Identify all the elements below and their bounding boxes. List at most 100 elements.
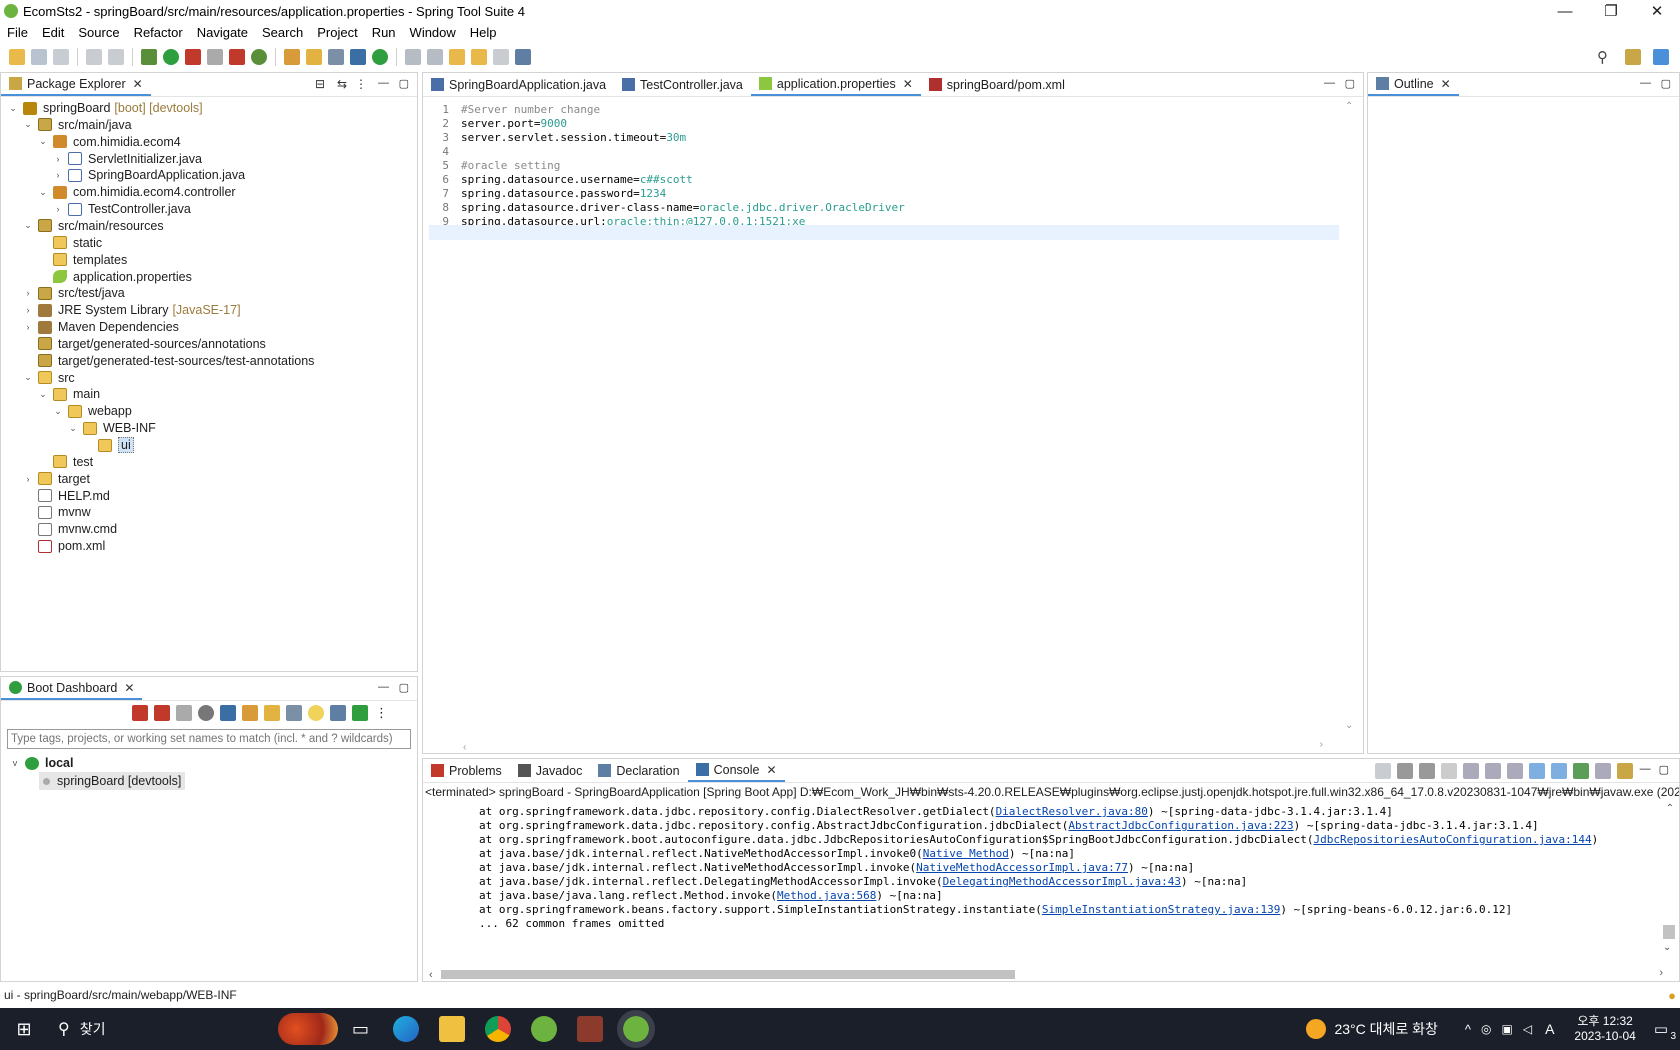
- tree-item[interactable]: ⌄ webapp: [52, 402, 132, 420]
- tree-item[interactable]: target/generated-test-sources/test-annot…: [22, 352, 314, 370]
- stack-trace-link[interactable]: NativeMethodAccessorImpl.java:77: [916, 861, 1128, 874]
- tree-item[interactable]: › JRE System Library [JavaSE-17]: [22, 301, 241, 319]
- code-line[interactable]: #Server number change: [461, 103, 600, 116]
- stack-trace-link[interactable]: DelegatingMethodAccessorImpl.java:43: [943, 875, 1181, 888]
- chevron-right-icon[interactable]: ›: [22, 474, 34, 484]
- stack-trace-link[interactable]: AbstractJdbcConfiguration.java:223: [1068, 819, 1293, 832]
- boot-icon[interactable]: [372, 49, 388, 65]
- redo-icon[interactable]: [108, 49, 124, 65]
- maximize-icon[interactable]: ▢: [1659, 763, 1669, 779]
- pin-icon[interactable]: [515, 49, 531, 65]
- chevron-down-icon[interactable]: ⌄: [52, 406, 64, 417]
- view-menu-icon[interactable]: ⋮: [355, 77, 367, 91]
- console-output[interactable]: at org.springframework.data.jdbc.reposit…: [423, 801, 1663, 941]
- boot-app-springboard[interactable]: springBoard [devtools]: [39, 772, 186, 790]
- forward-icon[interactable]: [493, 49, 509, 65]
- stack-trace-link[interactable]: SimpleInstantiationStrategy.java:139: [1042, 903, 1280, 916]
- display-console-icon[interactable]: [1594, 763, 1611, 779]
- chevron-down-icon[interactable]: ⌄: [22, 119, 34, 130]
- chrome-icon[interactable]: [485, 1016, 512, 1042]
- edge-icon[interactable]: [393, 1016, 420, 1042]
- close-icon[interactable]: ✕: [903, 77, 913, 91]
- tree-item[interactable]: › target: [22, 470, 90, 488]
- menu-search[interactable]: Search: [255, 25, 310, 40]
- stop-icon[interactable]: [207, 49, 223, 65]
- chevron-right-icon[interactable]: ›: [52, 170, 64, 180]
- last-edit-icon[interactable]: [449, 49, 465, 65]
- menu-source[interactable]: Source: [71, 25, 126, 40]
- new-icon[interactable]: [9, 49, 25, 65]
- close-icon[interactable]: ✕: [124, 681, 134, 695]
- tab-problems[interactable]: Problems: [423, 759, 510, 782]
- chevron-down-icon[interactable]: ⌄: [67, 423, 79, 434]
- open-resource-icon[interactable]: [306, 49, 322, 65]
- maximize-icon[interactable]: ▢: [1661, 77, 1671, 90]
- code-editor[interactable]: 1 #Server number change 2 server.port=9000 3…: [427, 101, 1337, 741]
- menu-window[interactable]: Window: [403, 25, 463, 40]
- menu-edit[interactable]: Edit: [35, 25, 71, 40]
- open-perspective-icon[interactable]: [1625, 49, 1641, 65]
- add-icon[interactable]: [352, 705, 368, 721]
- properties-icon[interactable]: [286, 705, 302, 721]
- open-console-icon[interactable]: [1572, 763, 1589, 779]
- chevron-down-icon[interactable]: ⌄: [37, 136, 49, 147]
- collapse-all-icon[interactable]: ⊟: [315, 77, 325, 91]
- code-line[interactable]: server.servlet.session.timeout=30m: [461, 131, 686, 144]
- tips-icon[interactable]: [308, 705, 324, 721]
- save-icon[interactable]: [31, 49, 47, 65]
- spring-start-icon[interactable]: [251, 49, 267, 65]
- tab-outline[interactable]: Outline ✕: [1368, 73, 1459, 96]
- menu-help[interactable]: Help: [463, 25, 504, 40]
- code-line[interactable]: spring.datasource.username=c##scott: [461, 173, 693, 186]
- next-annotation-icon[interactable]: [405, 49, 421, 65]
- back-icon[interactable]: [471, 49, 487, 65]
- editor-tab[interactable]: TestController.java: [614, 73, 751, 96]
- tree-item[interactable]: › Maven Dependencies: [22, 318, 179, 336]
- camera-icon[interactable]: ◎: [1481, 1022, 1491, 1036]
- code-line[interactable]: spring.datasource.driver-class-name=orac…: [461, 201, 905, 214]
- prev-annotation-icon[interactable]: [427, 49, 443, 65]
- maximize-icon[interactable]: ▢: [399, 77, 409, 90]
- new-console-icon[interactable]: [1616, 763, 1633, 779]
- tree-item[interactable]: test: [37, 453, 93, 471]
- code-line[interactable]: spring.datasource.password=1234: [461, 187, 666, 200]
- tree-item[interactable]: › TestController.java: [52, 200, 191, 218]
- open-console-icon[interactable]: [220, 705, 236, 721]
- stack-trace-link[interactable]: Native Method: [923, 847, 1009, 860]
- game-app-icon[interactable]: [577, 1016, 604, 1042]
- clock[interactable]: 오후 12:32 2023-10-04: [1574, 1014, 1635, 1044]
- tab-console[interactable]: Console ✕: [687, 759, 785, 782]
- notification-icon[interactable]: ▭ 3: [1654, 1020, 1676, 1042]
- menu-run[interactable]: Run: [365, 25, 403, 40]
- tree-item[interactable]: target/generated-sources/annotations: [22, 335, 266, 353]
- chevron-right-icon[interactable]: ›: [22, 322, 34, 332]
- tree-item[interactable]: ⌄ WEB-INF: [67, 419, 156, 437]
- show-stderr-icon[interactable]: [1550, 763, 1567, 779]
- tree-item[interactable]: › src/test/java: [22, 284, 125, 302]
- show-stdout-icon[interactable]: [1528, 763, 1545, 779]
- tree-item[interactable]: › ServletInitializer.java: [52, 150, 202, 168]
- tree-item[interactable]: ⌄ springBoard [boot] [devtools]: [7, 99, 202, 117]
- menu-navigate[interactable]: Navigate: [190, 25, 255, 40]
- close-icon[interactable]: ✕: [1441, 77, 1451, 91]
- chevron-down-icon[interactable]: ⌄: [7, 103, 19, 114]
- chevron-down-icon[interactable]: ⌄: [22, 220, 34, 231]
- chevron-right-icon[interactable]: ›: [52, 204, 64, 214]
- chevron-right-icon[interactable]: ›: [22, 305, 34, 315]
- run-icon[interactable]: [163, 49, 179, 65]
- maximize-icon[interactable]: ▢: [1345, 77, 1355, 90]
- expand-icon[interactable]: v: [9, 758, 21, 768]
- save-all-icon[interactable]: [53, 49, 69, 65]
- open-type-icon[interactable]: [284, 49, 300, 65]
- tree-item[interactable]: › SpringBoardApplication.java: [52, 166, 246, 184]
- stop-icon[interactable]: [176, 705, 192, 721]
- windows-start-icon[interactable]: ⊞: [0, 1019, 48, 1040]
- editor-vertical-scrollbar[interactable]: ⌃ ⌄: [1345, 101, 1355, 731]
- pin-console-icon[interactable]: [1374, 763, 1391, 779]
- tree-item[interactable]: mvnw: [22, 503, 91, 521]
- task-view-icon[interactable]: ▭: [352, 1019, 369, 1040]
- word-wrap-icon[interactable]: [1506, 763, 1523, 779]
- start-icon[interactable]: [132, 705, 148, 721]
- scroll-lock-icon[interactable]: [1484, 763, 1501, 779]
- close-button[interactable]: ✕: [1634, 0, 1680, 22]
